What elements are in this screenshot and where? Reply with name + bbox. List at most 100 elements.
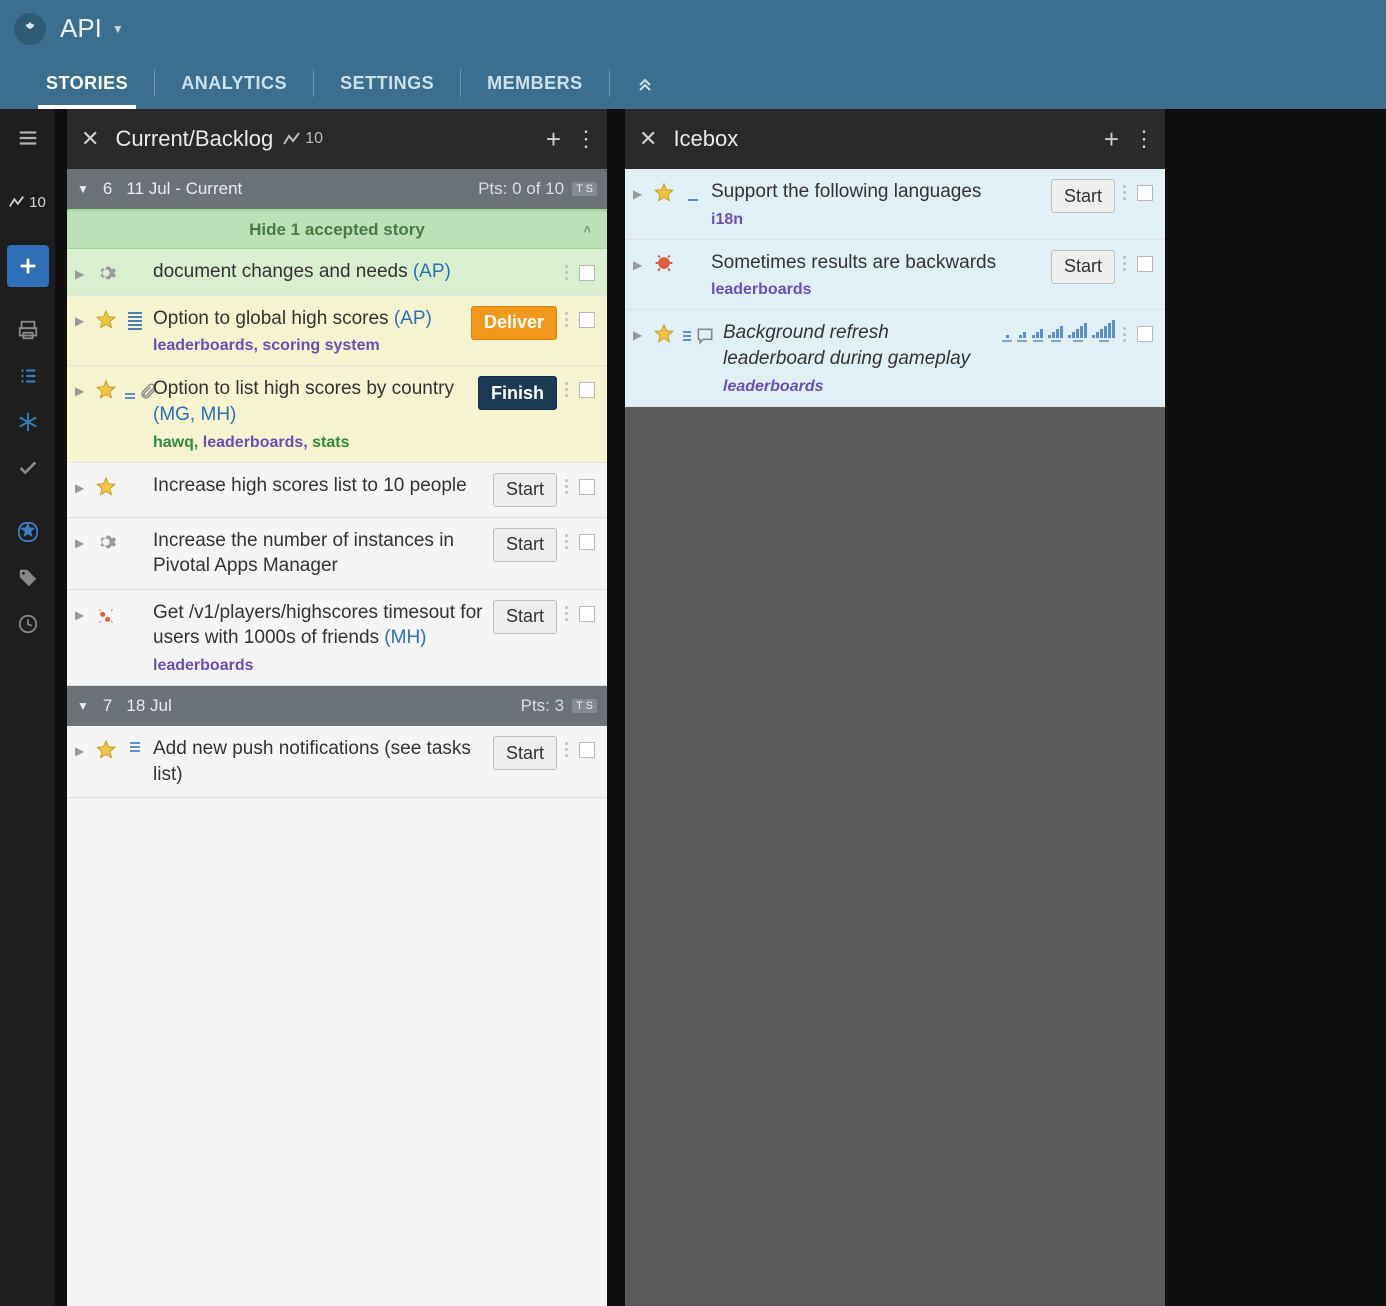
select-checkbox[interactable] [579, 742, 595, 758]
project-name[interactable]: API [60, 13, 102, 44]
start-button[interactable]: Start [1051, 179, 1115, 213]
drag-handle[interactable] [565, 534, 571, 549]
story-title: document changes and needs (AP) [153, 259, 557, 285]
select-checkbox[interactable] [1137, 256, 1153, 272]
story-title: Option to list high scores by country (M… [153, 376, 470, 427]
expand-icon[interactable]: ▶ [75, 481, 87, 495]
start-button[interactable]: Start [493, 736, 557, 770]
story-row[interactable]: ▶ Option to list high scores by country … [67, 366, 607, 462]
history-icon[interactable] [7, 603, 49, 645]
select-checkbox[interactable] [579, 479, 595, 495]
estimate-picker[interactable] [1002, 320, 1115, 342]
drag-handle[interactable] [565, 382, 571, 397]
hide-accepted-toggle[interactable]: Hide 1 accepted story ˄ [67, 209, 607, 249]
select-checkbox[interactable] [579, 534, 595, 550]
tab-analytics[interactable]: ANALYTICS [155, 57, 313, 109]
expand-icon[interactable]: ▶ [75, 744, 87, 758]
collapse-icon[interactable] [610, 57, 680, 109]
add-icon[interactable]: + [1104, 124, 1119, 155]
start-button[interactable]: Start [493, 600, 557, 634]
story-row[interactable]: ▶ Add new push notifications (see tasks … [67, 726, 607, 798]
expand-icon[interactable]: ▶ [75, 608, 87, 622]
hamburger-icon[interactable] [7, 117, 49, 159]
velocity-indicator[interactable]: 10 [7, 181, 49, 223]
iteration-header[interactable]: ▼ 6 11 Jul - Current Pts: 0 of 10 T S [67, 169, 607, 209]
iteration-header[interactable]: ▼ 7 18 Jul Pts: 3 T S [67, 686, 607, 726]
select-checkbox[interactable] [579, 265, 595, 281]
story-labels[interactable]: hawq, leaderboards, stats [153, 434, 470, 452]
story-row[interactable]: ▶ Get /v1/players/highscores timesout fo… [67, 590, 607, 686]
add-story-button[interactable] [7, 245, 49, 287]
deliver-button[interactable]: Deliver [471, 306, 557, 340]
drag-handle[interactable] [565, 265, 571, 280]
drag-handle[interactable] [565, 606, 571, 621]
panel-icebox: ✕ Icebox + ⋮ ▶ Support the following la [625, 109, 1165, 1306]
story-row[interactable]: ▶ document changes and needs (AP) [67, 249, 607, 296]
story-labels[interactable]: leaderboards [153, 657, 253, 674]
expand-icon[interactable]: ▶ [633, 258, 645, 272]
drag-handle[interactable] [1123, 256, 1129, 271]
drag-handle[interactable] [1123, 327, 1129, 342]
close-icon[interactable]: ✕ [639, 126, 657, 152]
menu-icon[interactable]: ⋮ [1133, 126, 1155, 152]
expand-icon[interactable]: ▶ [75, 536, 87, 550]
story-labels[interactable]: leaderboards, scoring system [153, 337, 380, 354]
select-checkbox[interactable] [1137, 185, 1153, 201]
feature-icon [95, 309, 117, 331]
story-row[interactable]: ▶ Increase the number of instances in Pi… [67, 518, 607, 590]
panel-title: Current/Backlog [115, 126, 273, 152]
icebox-icon[interactable] [7, 401, 49, 443]
start-button[interactable]: Start [493, 473, 557, 507]
bug-icon [653, 253, 675, 273]
start-button[interactable]: Start [493, 528, 557, 562]
story-row[interactable]: ▶ Background refresh leaderboard during … [625, 310, 1165, 406]
story-labels[interactable]: leaderboards [723, 378, 823, 395]
drag-handle[interactable] [1123, 185, 1129, 200]
tabs-bar: STORIES ANALYTICS SETTINGS MEMBERS [0, 57, 1386, 109]
start-button[interactable]: Start [1051, 250, 1115, 284]
feature-icon [95, 379, 117, 401]
add-icon[interactable]: + [546, 124, 561, 155]
ts-badge[interactable]: T S [572, 182, 597, 196]
drag-handle[interactable] [565, 479, 571, 494]
drag-handle[interactable] [565, 312, 571, 327]
list-icon[interactable] [7, 355, 49, 397]
expand-icon[interactable]: ▶ [75, 267, 87, 281]
drag-handle[interactable] [565, 742, 571, 757]
select-checkbox[interactable] [579, 606, 595, 622]
done-icon[interactable] [7, 447, 49, 489]
iteration-points: Pts: 3 [521, 696, 564, 716]
story-labels[interactable]: leaderboards [711, 281, 811, 298]
story-labels[interactable]: i18n [711, 211, 743, 228]
iteration-label: 18 Jul [126, 696, 171, 716]
close-icon[interactable]: ✕ [81, 126, 99, 152]
expand-icon[interactable]: ▶ [75, 314, 87, 328]
expand-icon[interactable]: ▶ [75, 384, 87, 398]
app-logo[interactable] [14, 13, 46, 45]
story-row[interactable]: ▶ Increase high scores list to 10 people… [67, 463, 607, 518]
iteration-label: 11 Jul - Current [126, 179, 242, 199]
finish-button[interactable]: Finish [478, 376, 557, 410]
side-rail: 10 [0, 109, 55, 1306]
labels-icon[interactable] [7, 557, 49, 599]
story-row[interactable]: ▶ Support the following languages i18n S… [625, 169, 1165, 240]
expand-icon[interactable]: ▶ [633, 187, 645, 201]
story-row[interactable]: ▶ Sometimes results are backwards leader… [625, 240, 1165, 311]
select-checkbox[interactable] [579, 312, 595, 328]
feature-icon [653, 182, 675, 204]
print-icon[interactable] [7, 309, 49, 351]
tab-settings[interactable]: SETTINGS [314, 57, 460, 109]
story-owners: (AP) [413, 261, 451, 282]
feature-icon [95, 739, 117, 761]
chevron-down-icon[interactable]: ▼ [112, 22, 124, 36]
select-checkbox[interactable] [1137, 326, 1153, 342]
story-title: Add new push notifications (see tasks li… [153, 736, 485, 787]
tab-stories[interactable]: STORIES [20, 57, 154, 109]
select-checkbox[interactable] [579, 382, 595, 398]
epics-icon[interactable] [7, 511, 49, 553]
menu-icon[interactable]: ⋮ [575, 126, 597, 152]
ts-badge[interactable]: T S [572, 699, 597, 713]
expand-icon[interactable]: ▶ [633, 328, 645, 342]
story-row[interactable]: ▶ Option to global high scores (AP) lead… [67, 296, 607, 367]
tab-members[interactable]: MEMBERS [461, 57, 609, 109]
